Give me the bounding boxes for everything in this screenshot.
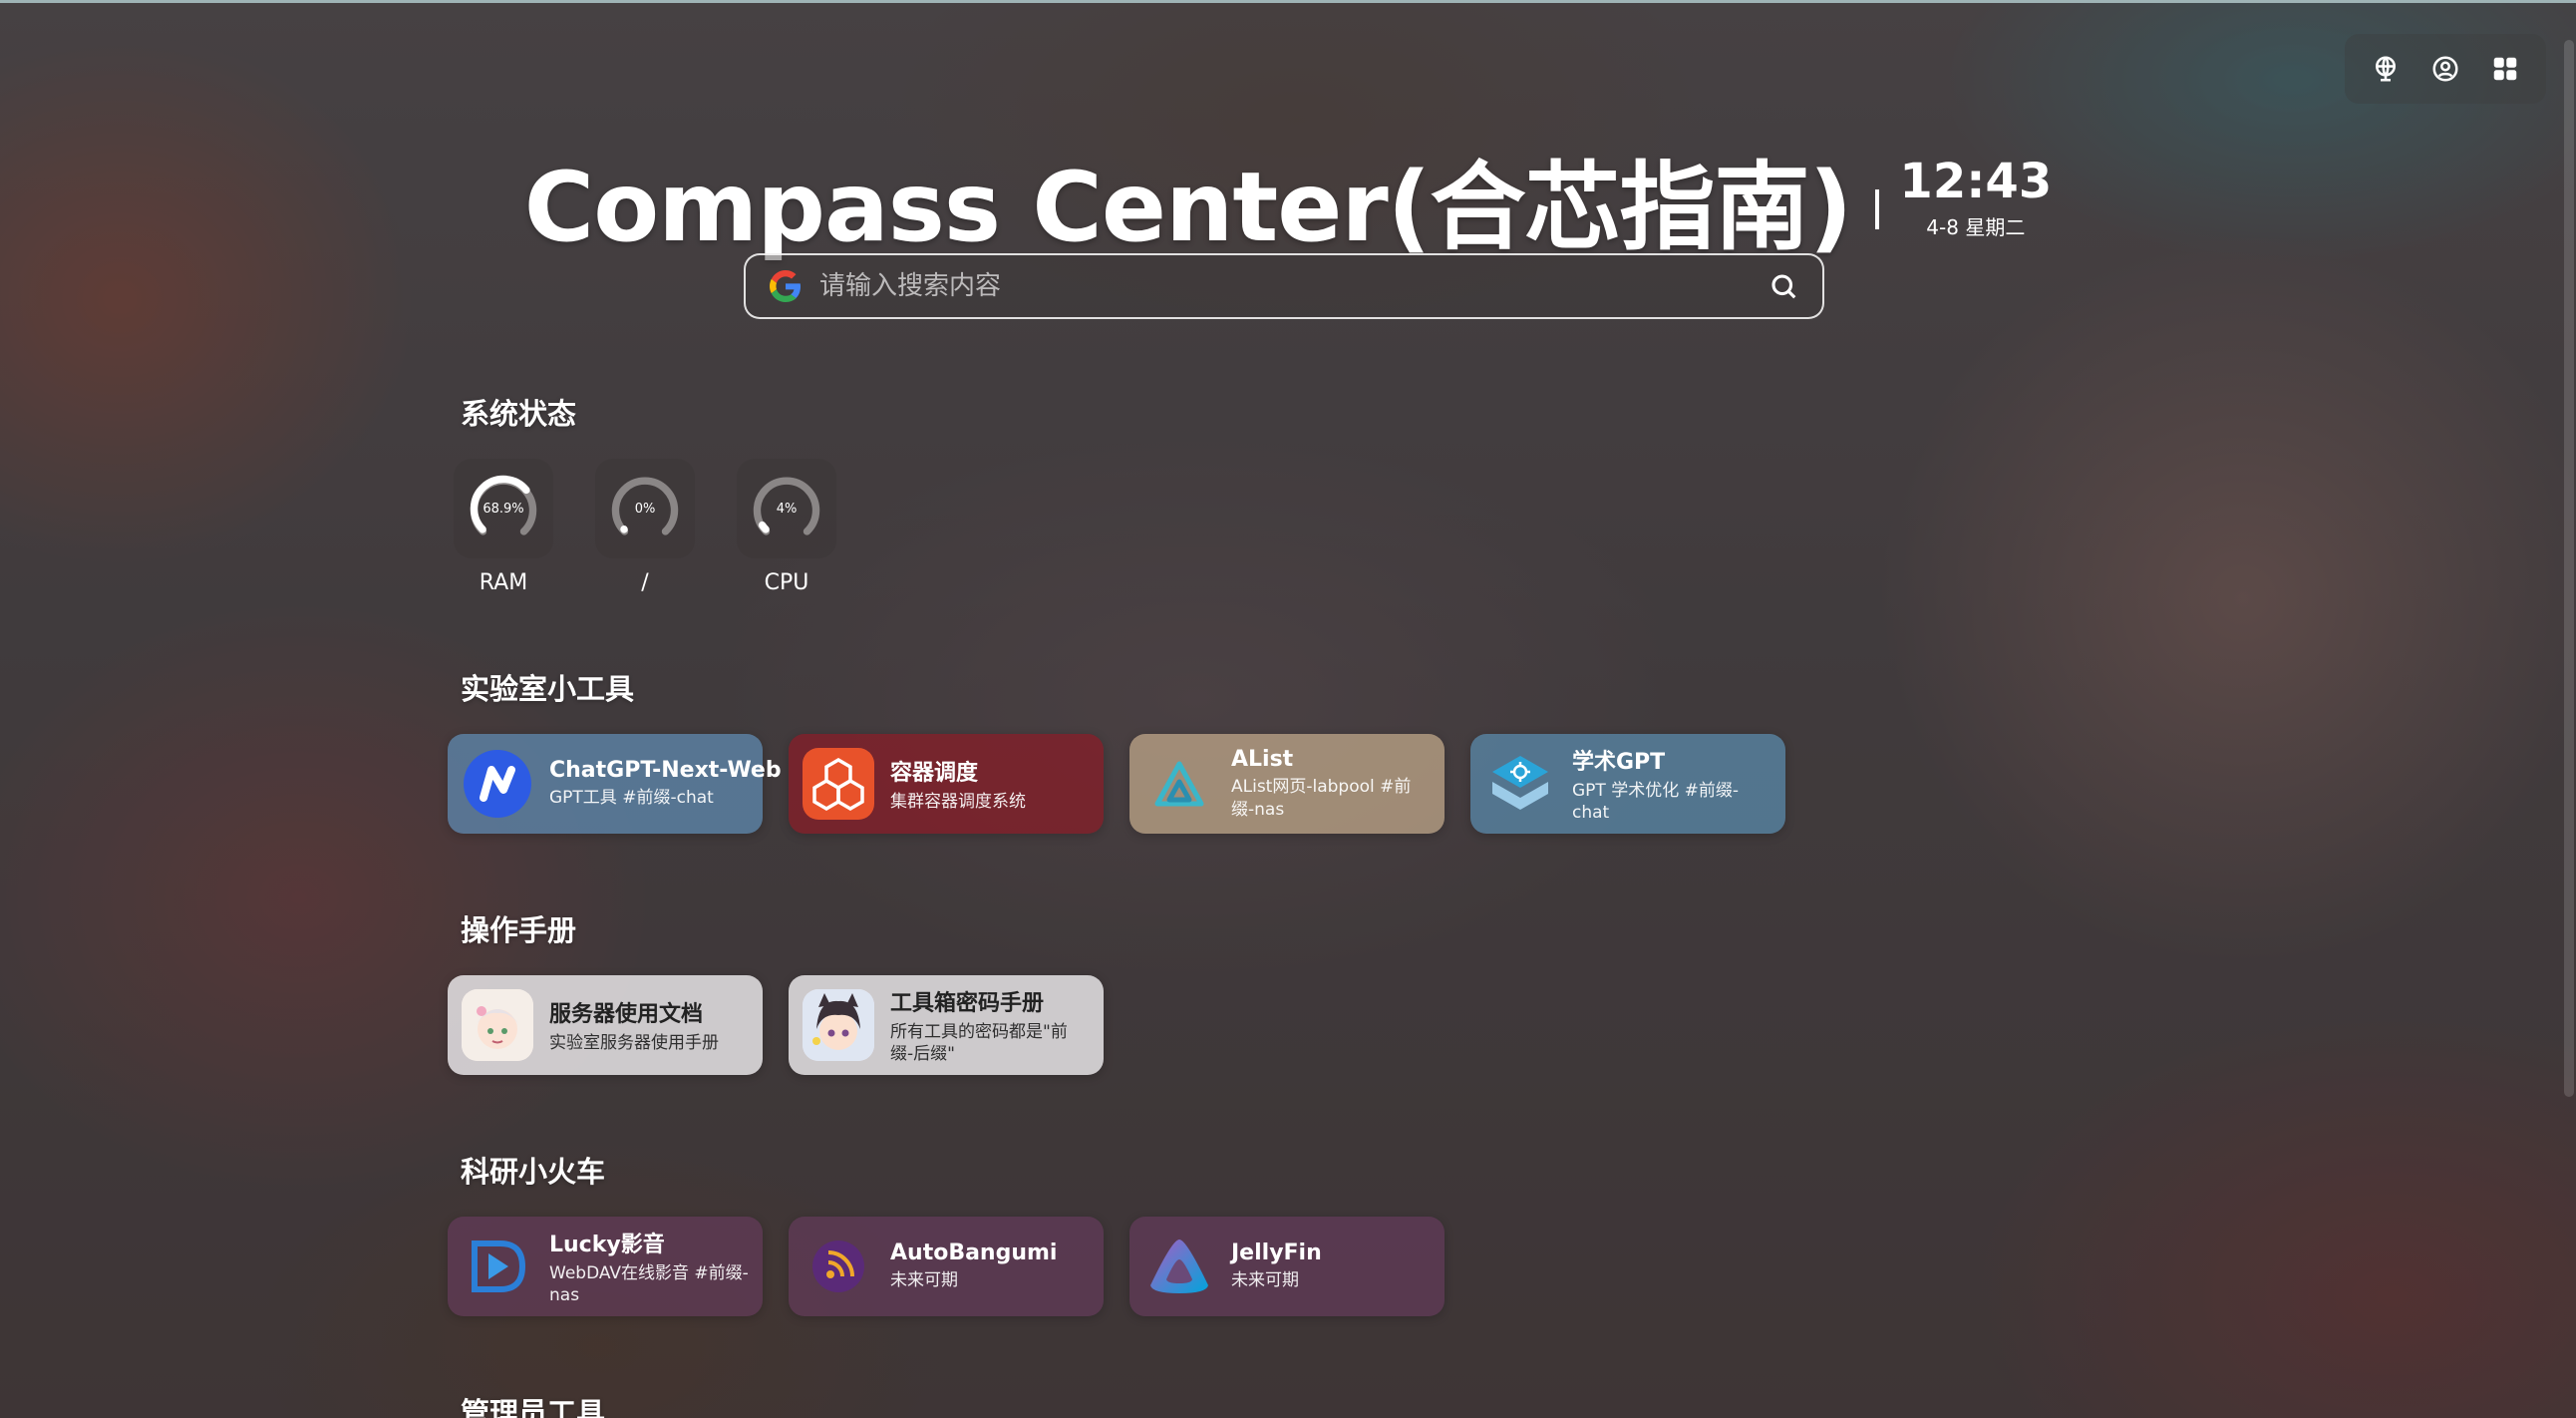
- section-title-admin-tools: 管理员工具: [461, 1396, 606, 1418]
- grid-icon[interactable]: [2484, 48, 2526, 90]
- gauge-label: RAM: [479, 570, 528, 595]
- system-status-gauges: 68.9% RAM 0% / 4% CPU: [454, 459, 836, 595]
- nextchat-icon: [462, 748, 533, 820]
- card-title: 学术GPT: [1572, 749, 1666, 775]
- card-jellyfin[interactable]: JellyFin 未来可期: [1129, 1217, 1445, 1316]
- card-title: 容器调度: [890, 760, 979, 786]
- clock-time: 12:43: [1899, 154, 2053, 209]
- card-container-scheduler[interactable]: 容器调度 集群容器调度系统: [789, 734, 1104, 834]
- gauge-value: 4%: [776, 501, 798, 517]
- card-desc: 实验室服务器使用手册: [549, 1032, 719, 1053]
- card-title: AList: [1231, 747, 1294, 773]
- title-divider: [1875, 188, 1880, 229]
- gauge-value: 68.9%: [483, 501, 524, 517]
- gauge-disk: 0% /: [595, 459, 695, 595]
- page-title: Compass Center(合芯指南): [523, 152, 1853, 263]
- card-desc: GPT 学术优化 #前缀-chat: [1572, 780, 1739, 823]
- card-desc: 未来可期: [890, 1270, 958, 1291]
- globe-icon[interactable]: [2365, 48, 2407, 90]
- card-title: JellyFin: [1231, 1241, 1322, 1266]
- card-desc: 集群容器调度系统: [890, 791, 1026, 812]
- top-right-toolbar: [2345, 34, 2546, 104]
- gauge-label: /: [641, 570, 649, 595]
- section-title-lab-tools: 实验室小工具: [461, 672, 635, 706]
- jellyfin-icon: [1143, 1231, 1215, 1302]
- research-cards: Lucky影音 WebDAV在线影音 #前缀-nas AutoBangumi 未…: [448, 1217, 1445, 1316]
- clock-date: 4-8 星期二: [1926, 215, 2026, 239]
- card-title: 工具箱密码手册: [890, 990, 1045, 1016]
- card-password-manual[interactable]: 工具箱密码手册 所有工具的密码都是"前缀-后缀": [789, 975, 1104, 1075]
- search-bar: [744, 253, 1824, 319]
- container-icon: [803, 748, 874, 820]
- card-desc: 未来可期: [1231, 1270, 1299, 1291]
- card-title: AutoBangumi: [890, 1241, 1058, 1266]
- card-title: 服务器使用文档: [549, 1001, 704, 1027]
- card-academic-gpt[interactable]: 学术GPT GPT 学术优化 #前缀-chat: [1470, 734, 1785, 834]
- clock: 12:43 4-8 星期二: [1899, 158, 2052, 240]
- gauge-label: CPU: [764, 570, 809, 595]
- card-desc: 所有工具的密码都是"前缀-后缀": [890, 1021, 1068, 1064]
- anime-avatar-icon: [803, 989, 874, 1061]
- section-title-system-status: 系统状态: [461, 397, 577, 431]
- google-icon[interactable]: [770, 270, 802, 302]
- user-sync-icon[interactable]: [2424, 48, 2466, 90]
- rss-icon: [803, 1231, 874, 1302]
- academic-gpt-icon: [1484, 748, 1556, 820]
- card-title: ChatGPT-Next-Web: [549, 758, 782, 784]
- card-desc: AList网页-labpool #前缀-nas: [1231, 777, 1412, 820]
- anime-avatar-icon: [462, 989, 533, 1061]
- section-title-research-train: 科研小火车: [461, 1155, 606, 1189]
- search-icon[interactable]: [1769, 271, 1798, 301]
- alist-icon: [1143, 748, 1215, 820]
- card-chatgpt-next-web[interactable]: ChatGPT-Next-Web GPT工具 #前缀-chat: [448, 734, 782, 834]
- card-autobangumi[interactable]: AutoBangumi 未来可期: [789, 1217, 1104, 1316]
- gauge-cpu: 4% CPU: [737, 459, 836, 595]
- manual-cards: 服务器使用文档 实验室服务器使用手册 工具箱密码手册 所有工具的密码都是"前缀-…: [448, 975, 1104, 1075]
- gauge-value: 0%: [634, 501, 656, 517]
- section-title-manuals: 操作手册: [461, 913, 577, 947]
- top-border: [0, 0, 2576, 3]
- card-title: Lucky影音: [549, 1232, 665, 1257]
- card-desc: GPT工具 #前缀-chat: [549, 788, 714, 809]
- card-alist[interactable]: AList AList网页-labpool #前缀-nas: [1129, 734, 1445, 834]
- card-lucky-media[interactable]: Lucky影音 WebDAV在线影音 #前缀-nas: [448, 1217, 763, 1316]
- play-icon: [462, 1231, 533, 1302]
- card-desc: WebDAV在线影音 #前缀-nas: [549, 1262, 749, 1305]
- lab-tools-cards: ChatGPT-Next-Web GPT工具 #前缀-chat 容器调度 集群容…: [448, 734, 1785, 834]
- search-input[interactable]: [819, 271, 1769, 301]
- gauge-ram: 68.9% RAM: [454, 459, 553, 595]
- header: Compass Center(合芯指南) 12:43 4-8 星期二: [0, 130, 2576, 268]
- card-server-docs[interactable]: 服务器使用文档 实验室服务器使用手册: [448, 975, 763, 1075]
